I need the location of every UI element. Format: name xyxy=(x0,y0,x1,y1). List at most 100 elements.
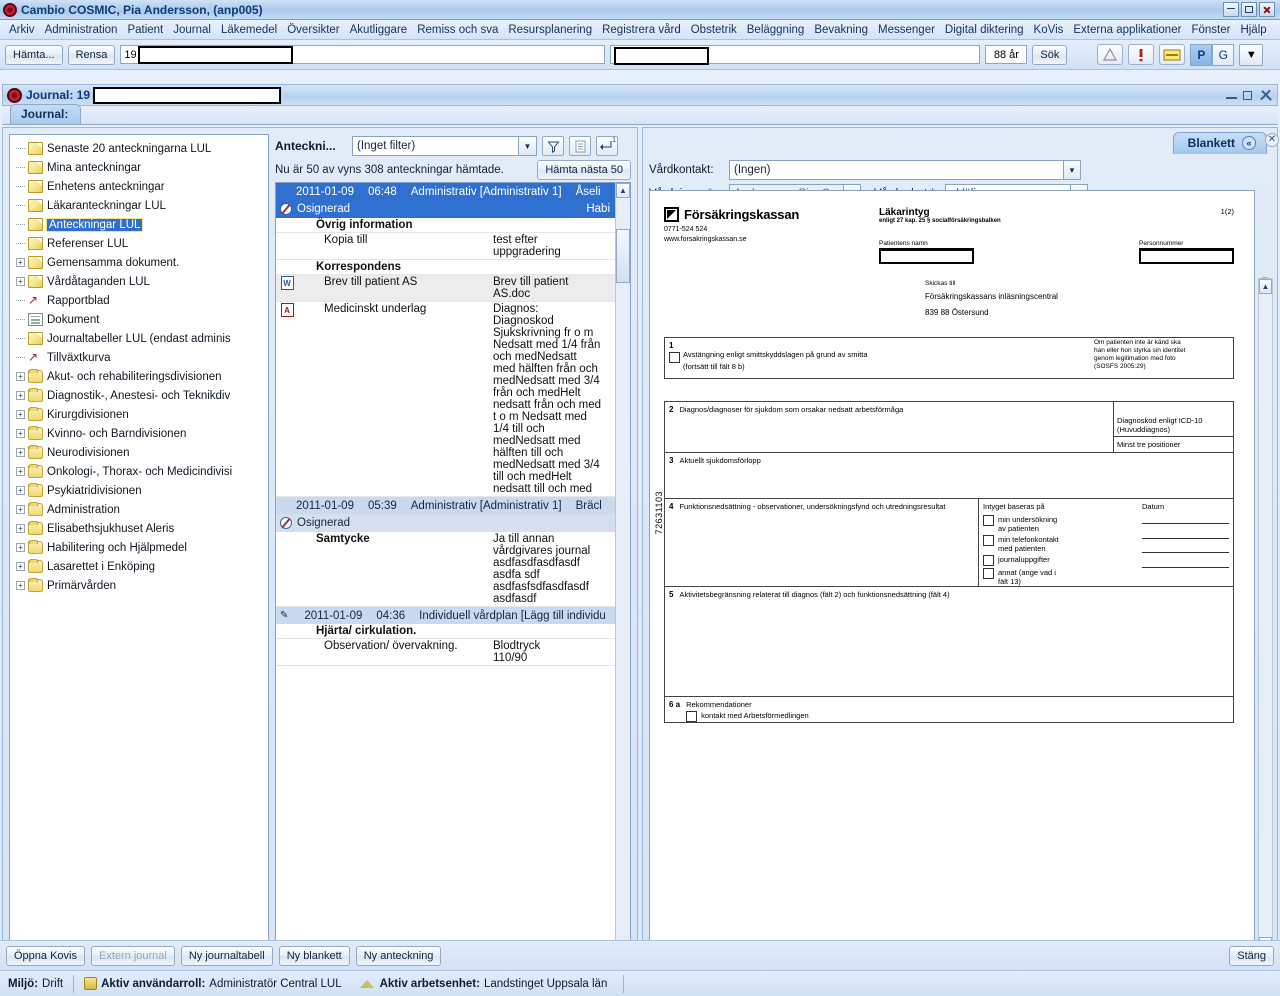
journal-minimize-button[interactable] xyxy=(1225,89,1238,102)
tree-node[interactable]: ↗ Tillväxtkurva xyxy=(16,348,268,367)
journal-tree[interactable]: Senaste 20 anteckningarna LUL Mina anteck… xyxy=(10,135,268,975)
lakarintyg-form[interactable]: 72631103 Försäkringskassan 0771-524 524 … xyxy=(649,190,1255,953)
alert-exclamation-icon[interactable] xyxy=(1128,44,1155,65)
expand-icon[interactable]: + xyxy=(16,258,25,267)
patient-name-input[interactable] xyxy=(614,47,710,65)
vardkontakt-combo[interactable]: (Ingen) ▼ xyxy=(729,160,1081,180)
menu-akutliggare[interactable]: Akutliggare xyxy=(345,22,413,38)
menu-resursplanering[interactable]: Resursplanering xyxy=(503,22,597,38)
notes-filter-combo[interactable]: (Inget filter) ▼ xyxy=(352,136,537,156)
close-button[interactable] xyxy=(1259,2,1275,17)
ny-blankett-button[interactable]: Ny blankett xyxy=(278,945,350,966)
tab-p[interactable]: P xyxy=(1190,43,1213,66)
tree-node[interactable]: + Habilitering och Hjälpmedel xyxy=(16,538,268,557)
tab-blankett[interactable]: Blankett « xyxy=(1172,132,1267,154)
menu-bevakning[interactable]: Bevakning xyxy=(809,22,873,38)
ny-journaltabell-button[interactable]: Ny journaltabell xyxy=(180,945,273,966)
sok-button[interactable]: Sök xyxy=(1032,44,1068,65)
menu-lakemedel[interactable]: Läkemedel xyxy=(216,22,282,38)
close-icon[interactable]: ✕ xyxy=(1265,133,1279,147)
expand-icon[interactable]: + xyxy=(16,562,25,571)
expand-icon[interactable]: + xyxy=(16,581,25,590)
tree-node[interactable]: Enhetens anteckningar xyxy=(16,177,268,196)
note-header[interactable]: 2011-01-09 06:48 Administrativ [Administra… xyxy=(276,183,630,200)
field4-option-checkbox[interactable] xyxy=(983,568,994,579)
ny-anteckning-button[interactable]: Ny anteckning xyxy=(355,945,442,966)
menu-arkiv[interactable]: Arkiv xyxy=(4,22,40,38)
notes-vertical-scrollbar[interactable]: ▲ ▼ xyxy=(615,183,630,960)
tree-node[interactable]: Senaste 20 anteckningarna LUL xyxy=(16,139,268,158)
scroll-up-icon[interactable]: ▲ xyxy=(616,183,630,198)
menu-kovis[interactable]: KoVis xyxy=(1029,22,1069,38)
note-header[interactable]: ✎ 2011-01-09 04:36 Individuell vårdplan [Lä… xyxy=(276,607,630,624)
tree-node[interactable]: + Lasarettet i Enköping xyxy=(16,557,268,576)
expand-icon[interactable]: + xyxy=(16,410,25,419)
menu-obstetrik[interactable]: Obstetrik xyxy=(686,22,742,38)
journal-restore-button[interactable] xyxy=(1242,89,1255,102)
yellow-note-icon[interactable] xyxy=(1159,44,1186,65)
note-header[interactable]: 2011-01-09 05:39 Administrativ [Administra… xyxy=(276,497,630,514)
chevron-down-icon[interactable]: ▼ xyxy=(518,137,536,155)
tree-node[interactable]: ↗ Rapportblad xyxy=(16,291,268,310)
tree-node[interactable]: Läkaranteckningar LUL xyxy=(16,196,268,215)
scroll-up-icon[interactable]: ▲ xyxy=(1259,279,1272,294)
hamta-nasta-50-button[interactable]: Hämta nästa 50 xyxy=(537,160,631,180)
tree-node[interactable]: Dokument xyxy=(16,310,268,329)
tree-node[interactable]: + Primärvården xyxy=(16,576,268,595)
menu-oversikter[interactable]: Översikter xyxy=(282,22,344,38)
tree-node[interactable]: + Neurodivisionen xyxy=(16,443,268,462)
notes-scroll-thumb[interactable] xyxy=(616,229,630,283)
form-vertical-scrollbar[interactable]: ▲ ▼ xyxy=(1258,278,1273,953)
chevron-down-icon[interactable]: ▼ xyxy=(1063,161,1080,179)
note-sign-status-row[interactable]: Osignerad Habi xyxy=(276,200,630,218)
tree-node[interactable]: + Vårdåtaganden LUL xyxy=(16,272,268,291)
load-one-icon[interactable]: 1 xyxy=(596,136,618,156)
menu-registrera-vard[interactable]: Registrera vård xyxy=(597,22,686,38)
menu-patient[interactable]: Patient xyxy=(122,22,168,38)
tree-node[interactable]: + Kvinno- och Barndivisionen xyxy=(16,424,268,443)
expand-icon[interactable]: + xyxy=(16,391,25,400)
menu-administration[interactable]: Administration xyxy=(40,22,123,38)
menu-messenger[interactable]: Messenger xyxy=(873,22,940,38)
expand-icon[interactable]: + xyxy=(16,467,25,476)
field4-date-line[interactable] xyxy=(1142,552,1229,553)
tree-node[interactable]: Journaltabeller LUL (endast adminis xyxy=(16,329,268,348)
expand-icon[interactable]: + xyxy=(16,524,25,533)
chevron-down-icon[interactable]: ▼ xyxy=(1239,43,1264,66)
tree-node[interactable]: + Kirurgdivisionen xyxy=(16,405,268,424)
word-doc-icon[interactable]: W xyxy=(280,276,294,290)
note-sign-status-row[interactable]: Osignerad xyxy=(276,514,630,532)
personnummer-field[interactable] xyxy=(1139,249,1234,264)
expand-icon[interactable]: + xyxy=(16,277,25,286)
expand-icon[interactable]: + xyxy=(16,372,25,381)
tree-node[interactable]: Mina anteckningar xyxy=(16,158,268,177)
warning-triangle-icon[interactable] xyxy=(1097,44,1124,65)
patient-id-input[interactable] xyxy=(138,46,294,64)
field6-checkbox[interactable] xyxy=(686,711,698,722)
tree-node[interactable]: + Akut- och rehabiliteringsdivisionen xyxy=(16,367,268,386)
hamta-button[interactable]: Hämta... xyxy=(5,44,63,65)
field4-option-checkbox[interactable] xyxy=(983,535,994,546)
pdf-doc-icon[interactable]: A xyxy=(280,303,294,317)
field4-date-line[interactable] xyxy=(1142,538,1229,539)
expand-icon[interactable]: + xyxy=(16,486,25,495)
tree-node[interactable]: + Psykiatridivisionen xyxy=(16,481,268,500)
tree-node[interactable]: + Administration xyxy=(16,500,268,519)
minimize-button[interactable] xyxy=(1223,2,1239,17)
maximize-button[interactable] xyxy=(1241,2,1257,17)
menu-fonster[interactable]: Fönster xyxy=(1186,22,1235,38)
tree-node[interactable]: Referenser LUL xyxy=(16,234,268,253)
patient-name-field[interactable] xyxy=(879,249,974,264)
expand-icon[interactable]: + xyxy=(16,505,25,514)
menu-belaggning[interactable]: Beläggning xyxy=(742,22,810,38)
field4-option-checkbox[interactable] xyxy=(983,515,994,526)
tab-journal[interactable]: Journal: xyxy=(10,104,82,124)
menu-digital-diktering[interactable]: Digital diktering xyxy=(940,22,1029,38)
list-icon[interactable] xyxy=(569,136,591,156)
expand-icon[interactable]: + xyxy=(16,543,25,552)
tree-node[interactable]: Anteckningar LUL xyxy=(16,215,268,234)
funnel-icon[interactable] xyxy=(542,136,564,156)
notes-list-content[interactable]: 2011-01-09 06:48 Administrativ [Administra… xyxy=(276,183,630,960)
field4-date-line[interactable] xyxy=(1142,523,1229,524)
double-chevron-left-icon[interactable]: « xyxy=(1242,136,1256,150)
